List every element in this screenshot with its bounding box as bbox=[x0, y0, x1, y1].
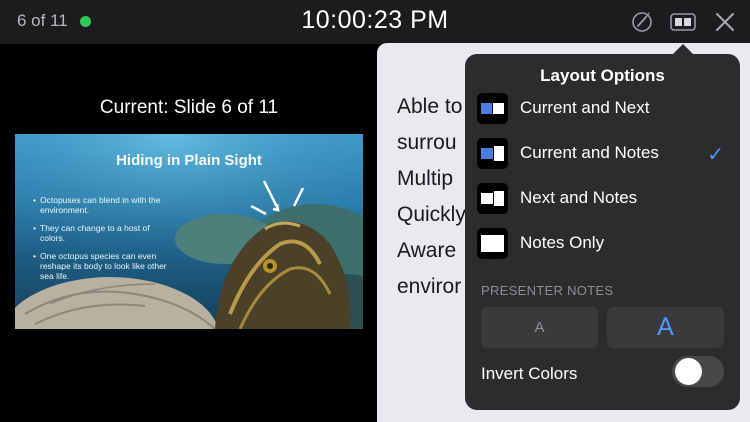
layout-option-notes-only[interactable]: Notes Only bbox=[465, 224, 740, 264]
top-bar: 6 of 11 10:00:23 PM bbox=[0, 0, 750, 44]
increase-font-button[interactable]: A bbox=[607, 307, 724, 348]
toggle-knob bbox=[675, 358, 702, 385]
note-line: Aware bbox=[397, 239, 457, 262]
note-line: enviror bbox=[397, 275, 462, 298]
layout-option-label: Current and Next bbox=[520, 98, 650, 117]
presenter-notes-section-header: PRESENTER NOTES bbox=[481, 283, 614, 298]
slide-bullet: They can change to a host of colors. bbox=[33, 223, 173, 243]
layout-option-current-and-next[interactable]: Current and Next bbox=[465, 89, 740, 129]
slide-title: Hiding in Plain Sight bbox=[116, 152, 262, 169]
pointer-icon[interactable] bbox=[629, 9, 655, 35]
invert-colors-toggle[interactable] bbox=[672, 356, 724, 387]
next-and-notes-icon bbox=[477, 183, 508, 214]
layout-options-popover: Layout Options Current and Next Current … bbox=[465, 54, 740, 410]
invert-colors-label: Invert Colors bbox=[481, 364, 578, 383]
notes-only-icon bbox=[477, 228, 508, 259]
layout-option-current-and-notes[interactable]: Current and Notes ✓ bbox=[465, 134, 740, 174]
layout-option-label: Next and Notes bbox=[520, 188, 638, 207]
popover-title: Layout Options bbox=[540, 66, 665, 85]
slide-bullets: Octopuses can blend in with the environm… bbox=[33, 195, 173, 289]
note-line: Multip bbox=[397, 167, 454, 190]
layout-option-next-and-notes[interactable]: Next and Notes bbox=[465, 179, 740, 219]
layout-option-label: Current and Notes bbox=[520, 143, 659, 162]
current-slide-thumbnail[interactable]: Hiding in Plain Sight Octopuses can blen… bbox=[15, 134, 363, 329]
layout-icon[interactable] bbox=[670, 9, 696, 35]
current-and-next-icon bbox=[477, 93, 508, 124]
note-line: surrou bbox=[397, 131, 457, 154]
current-slide-label: Current: Slide 6 of 11 bbox=[99, 97, 279, 118]
close-icon[interactable] bbox=[712, 9, 738, 35]
slide-bullet: One octopus species can even reshape its… bbox=[33, 251, 173, 281]
layout-option-label: Notes Only bbox=[520, 233, 605, 252]
note-line: Quickly bbox=[397, 203, 466, 226]
slide-bullet: Octopuses can blend in with the environm… bbox=[33, 195, 173, 215]
current-and-notes-icon bbox=[477, 138, 508, 169]
note-line: Able to bbox=[397, 95, 463, 118]
checkmark-icon: ✓ bbox=[707, 144, 724, 166]
decrease-font-button[interactable]: A bbox=[481, 307, 598, 348]
